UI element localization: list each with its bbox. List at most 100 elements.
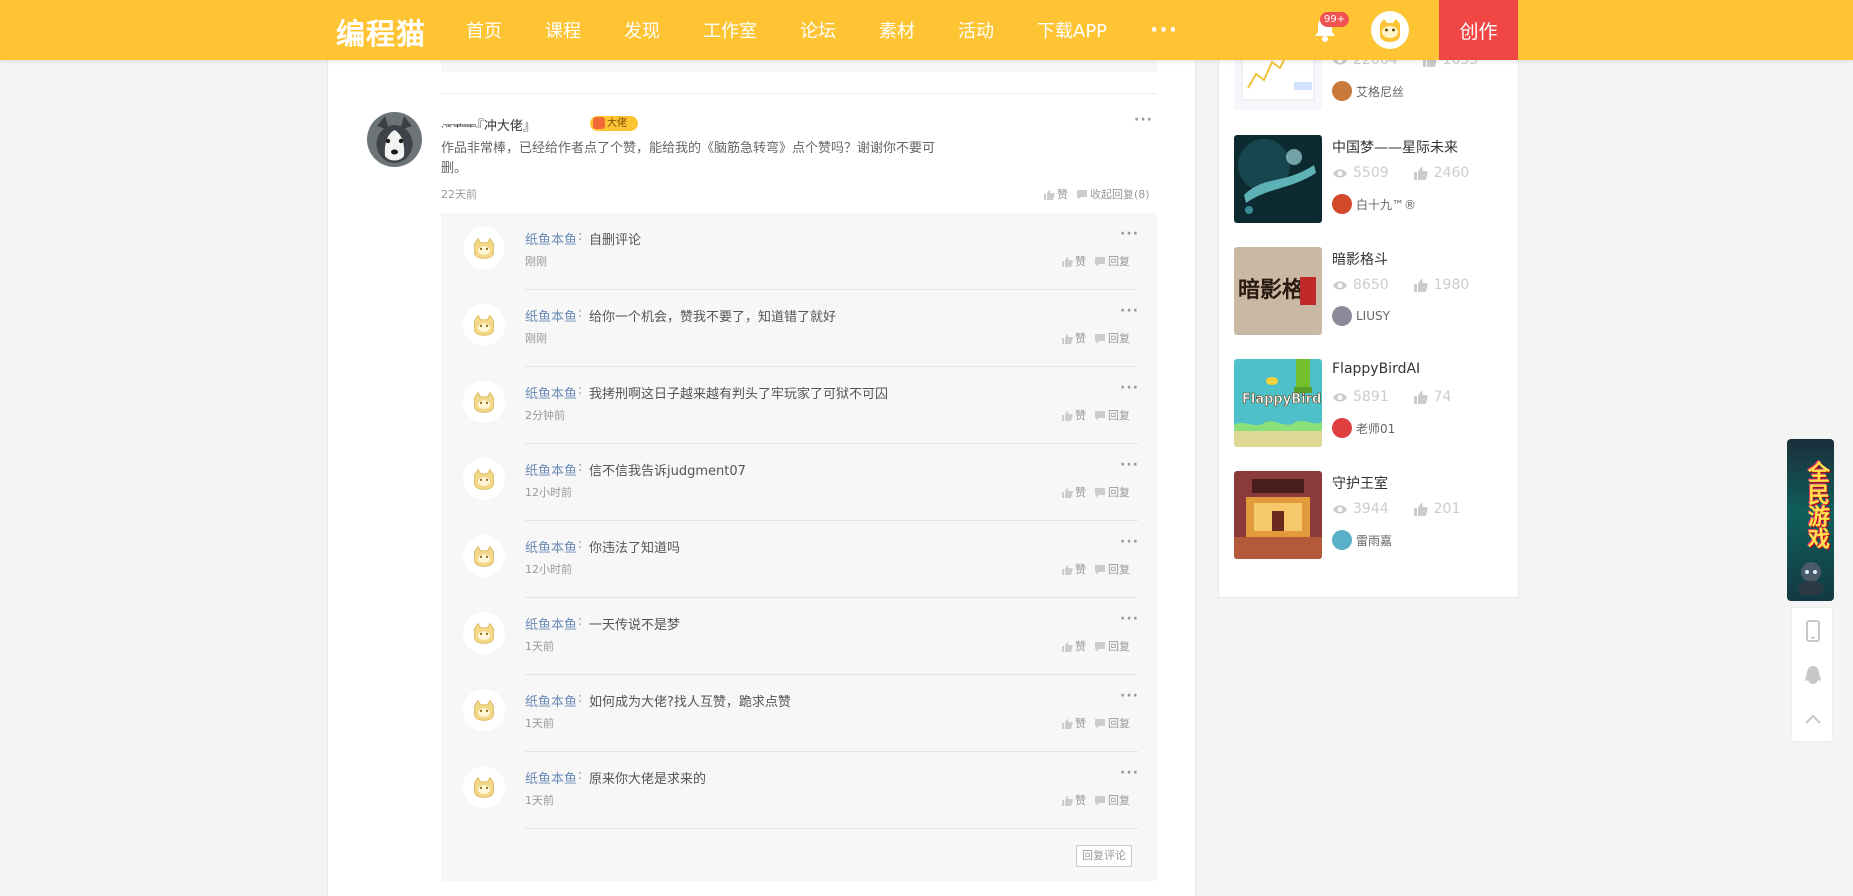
recommended-work-item[interactable]: 中国梦——星际未来 5509 2460 白十九™® (1234, 135, 1494, 225)
reply-avatar[interactable] (463, 381, 505, 423)
back-to-top-icon[interactable] (1803, 708, 1823, 730)
reply-username[interactable]: 纸鱼本鱼 (525, 614, 577, 633)
nav-download-app[interactable]: 下载APP (1037, 17, 1107, 43)
reply-like-button[interactable]: 赞 (1075, 792, 1086, 808)
recommended-work-item[interactable]: 守护王室 3944 201 雷雨嘉 (1234, 471, 1494, 561)
work-thumbnail[interactable]: 暗影格 (1234, 247, 1322, 335)
work-title[interactable]: FlappyBirdAI (1332, 361, 1420, 377)
reply-name-separator: : (578, 229, 583, 244)
work-author[interactable]: 老师01 (1332, 418, 1395, 438)
reply-text: 给你一个机会，赞我不要了，知道错了就好 (589, 310, 837, 325)
notification-count-badge: 99+ (1320, 12, 1350, 27)
nav-home[interactable]: 首页 (466, 17, 502, 43)
create-button[interactable]: 创作 (1439, 0, 1518, 60)
work-author[interactable]: 白十九™® (1332, 194, 1416, 214)
eye-icon (1333, 280, 1347, 290)
reply-comment-button[interactable]: 回复评论 (1076, 845, 1132, 867)
work-thumbnail[interactable] (1234, 471, 1322, 559)
reply-reply-button[interactable]: 回复 (1108, 792, 1130, 808)
reply-avatar[interactable] (463, 304, 505, 346)
work-title[interactable]: 暗影格斗 (1332, 249, 1388, 269)
author-avatar (1332, 418, 1352, 438)
reply-avatar[interactable] (463, 458, 505, 500)
reply-reply-button[interactable]: 回复 (1108, 407, 1130, 423)
reply-more-button[interactable]: ··· (1120, 765, 1139, 781)
reply-like-button[interactable]: 赞 (1075, 330, 1086, 346)
chat-bubble-icon (1095, 487, 1105, 497)
reply-more-button[interactable]: ··· (1120, 611, 1139, 627)
reply-like-button[interactable]: 赞 (1075, 253, 1086, 269)
reply-reply-button[interactable]: 回复 (1108, 484, 1130, 500)
comment-more-button[interactable]: ··· (1134, 112, 1153, 128)
reply-text: 一天传说不是梦 (589, 618, 681, 633)
comment-divider (441, 93, 1157, 94)
work-author-name: 白十九™® (1356, 197, 1417, 212)
reply-more-button[interactable]: ··· (1120, 380, 1139, 396)
work-thumbnail[interactable]: FlappyBird (1234, 359, 1322, 447)
reply-time: 1天前 (525, 640, 554, 653)
collapse-replies-button[interactable]: 收起回复(8) (1090, 186, 1150, 202)
reply-more-button[interactable]: ··· (1120, 688, 1139, 704)
commenter-username[interactable]: ·ᵔᵒᵉᵔᵉᵎᵉ᠋ᵗᵉᵉᵉᵎᵉᵓ·『冲大佬』 (441, 115, 536, 134)
reply-avatar[interactable] (463, 766, 505, 808)
reply-reply-button[interactable]: 回复 (1108, 715, 1130, 731)
comment-like-button[interactable]: 赞 (1057, 186, 1068, 202)
reply-like-button[interactable]: 赞 (1075, 638, 1086, 654)
reply-avatar[interactable] (463, 535, 505, 577)
work-author[interactable]: 雷雨嘉 (1332, 530, 1392, 550)
work-title[interactable]: 中国梦——星际未来 (1332, 137, 1458, 157)
reply-username[interactable]: 纸鱼本鱼 (525, 383, 577, 402)
reply-text: 原来你大佬是求来的 (589, 772, 707, 787)
work-thumbnail[interactable] (1234, 135, 1322, 223)
reply-more-button[interactable]: ··· (1120, 303, 1139, 319)
promo-game-banner[interactable]: 全民游戏 (1787, 439, 1834, 601)
site-logo[interactable]: 编程猫 (336, 11, 426, 53)
reply-reply-button[interactable]: 回复 (1108, 253, 1130, 269)
commenter-avatar[interactable] (367, 112, 422, 167)
reply-username[interactable]: 纸鱼本鱼 (525, 460, 577, 479)
nav-materials[interactable]: 素材 (879, 17, 915, 43)
reply-actions: 赞 回复 (1061, 407, 1130, 423)
reply-reply-button[interactable]: 回复 (1108, 561, 1130, 577)
reply-more-button[interactable]: ··· (1120, 457, 1139, 473)
reply-username[interactable]: 纸鱼本鱼 (525, 537, 577, 556)
reply-more-button[interactable]: ··· (1120, 534, 1139, 550)
reply-reply-button[interactable]: 回复 (1108, 330, 1130, 346)
recommended-work-item[interactable]: 暗影格 暗影格斗 8650 1980 LIUSY (1234, 247, 1494, 337)
mobile-phone-icon[interactable] (1803, 620, 1823, 642)
svg-text:FlappyBird: FlappyBird (1242, 392, 1321, 407)
reply-avatar[interactable] (463, 689, 505, 731)
reply-item: 纸鱼本鱼 : 自删评论 刚刚 ··· 赞 回复 (441, 213, 1157, 290)
reply-username[interactable]: 纸鱼本鱼 (525, 691, 577, 710)
nav-discover[interactable]: 发现 (624, 17, 660, 43)
work-title[interactable]: 守护王室 (1332, 473, 1388, 493)
work-stats: 8650 1980 (1332, 277, 1469, 293)
reply-username[interactable]: 纸鱼本鱼 (525, 306, 577, 325)
reply-more-button[interactable]: ··· (1120, 226, 1139, 242)
reply-text: 自删评论 (589, 233, 642, 248)
nav-more-button[interactable]: ··· (1150, 18, 1178, 43)
svg-text:暗影格: 暗影格 (1238, 277, 1305, 303)
reply-like-button[interactable]: 赞 (1075, 561, 1086, 577)
nav-studio[interactable]: 工作室 (703, 17, 757, 43)
reply-like-button[interactable]: 赞 (1075, 484, 1086, 500)
nav-forum[interactable]: 论坛 (800, 17, 836, 43)
reply-username[interactable]: 纸鱼本鱼 (525, 768, 577, 787)
reply-avatar[interactable] (463, 227, 505, 269)
thumbs-up-icon (1062, 641, 1073, 652)
author-avatar (1332, 530, 1352, 550)
reply-username[interactable]: 纸鱼本鱼 (525, 229, 577, 248)
cat-face-icon (474, 468, 494, 490)
work-author[interactable]: 艾格尼丝 (1332, 81, 1404, 101)
reply-avatar[interactable] (463, 612, 505, 654)
work-author[interactable]: LIUSY (1332, 306, 1390, 326)
recommended-work-item[interactable]: FlappyBird FlappyBirdAI 5891 74 老师01 (1234, 359, 1494, 449)
reply-reply-button[interactable]: 回复 (1108, 638, 1130, 654)
user-avatar[interactable] (1371, 11, 1409, 49)
reply-item: 纸鱼本鱼 : 一天传说不是梦 1天前 ··· 赞 回复 (441, 598, 1157, 675)
reply-like-button[interactable]: 赞 (1075, 407, 1086, 423)
reply-like-button[interactable]: 赞 (1075, 715, 1086, 731)
nav-courses[interactable]: 课程 (545, 17, 581, 43)
qq-penguin-icon[interactable] (1803, 664, 1823, 686)
nav-events[interactable]: 活动 (958, 17, 994, 43)
